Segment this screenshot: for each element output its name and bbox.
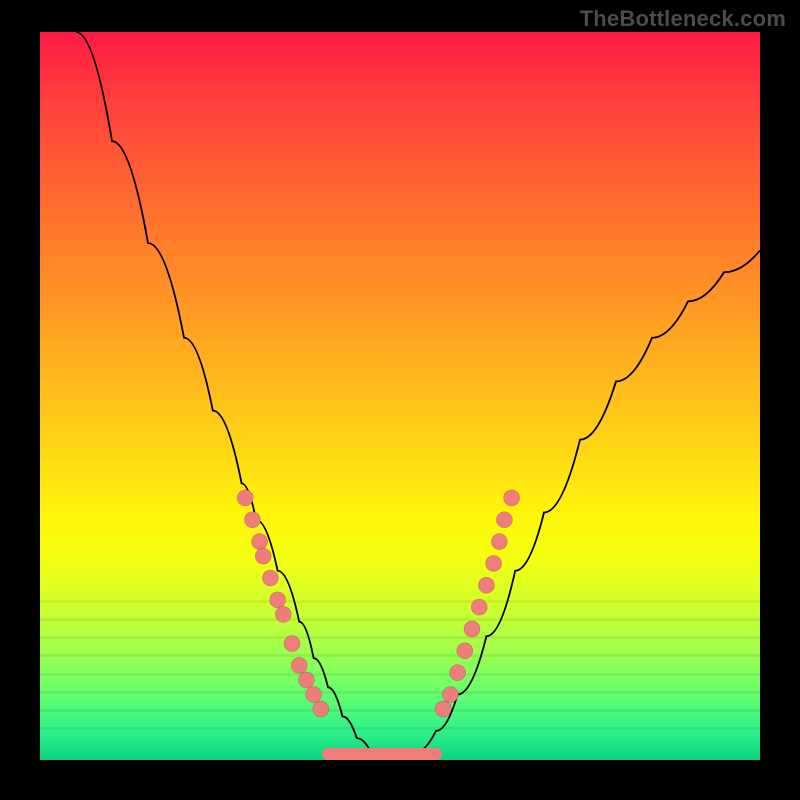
data-point [457,643,473,659]
data-point [486,555,502,571]
data-point [491,534,507,550]
data-point [262,570,278,586]
data-point [291,657,307,673]
data-point [313,701,329,717]
data-point [270,592,286,608]
data-point [275,606,291,622]
data-point [471,599,487,615]
plot-area [40,32,760,760]
data-point [237,490,253,506]
watermark-text: TheBottleneck.com [580,6,786,32]
data-point [244,512,260,528]
data-point [306,686,322,702]
data-point [435,701,451,717]
data-point [442,686,458,702]
data-point [252,534,268,550]
data-points [237,490,519,717]
bottleneck-curve [76,32,760,760]
data-point [478,577,494,593]
data-point [450,665,466,681]
data-point [496,512,512,528]
data-point [504,490,520,506]
data-point [255,548,271,564]
data-point [284,636,300,652]
data-point [298,672,314,688]
chart-frame: TheBottleneck.com [0,0,800,800]
data-point [464,621,480,637]
curve-layer [40,32,760,760]
